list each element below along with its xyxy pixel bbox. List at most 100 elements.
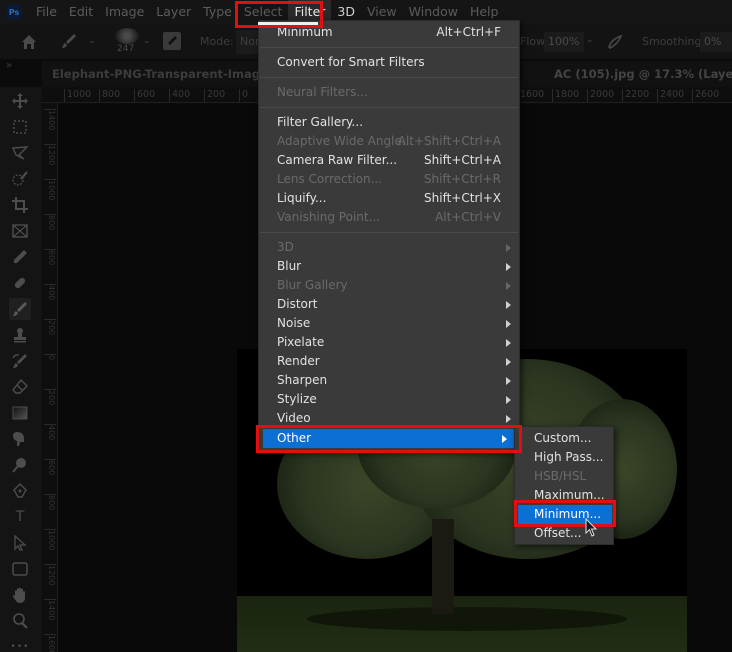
document-tab-active[interactable]: AC (105).jpg @ 17.3% (Layer 0, Lay	[554, 61, 732, 87]
ruler-label: 600	[44, 459, 56, 475]
menu-active-underline	[258, 22, 318, 25]
menu-item-adaptive-wide-angle[interactable]: Adaptive Wide Angle... Alt+Shift+Ctrl+A	[259, 132, 519, 151]
submenu-arrow-icon	[506, 263, 511, 271]
healing-brush-tool-icon[interactable]	[9, 272, 31, 294]
submenu-arrow-icon	[506, 320, 511, 328]
menu-layer[interactable]: Layer	[150, 0, 197, 24]
rectangle-tool-icon[interactable]	[9, 558, 31, 580]
brush-settings-panel-icon[interactable]	[163, 32, 181, 50]
vertical-ruler: 1400 1200 1000 800 600 400 200 0 200 400…	[42, 103, 58, 652]
mode-select[interactable]: Normal	[236, 30, 260, 54]
ruler-label: 800	[99, 89, 120, 102]
ruler-label: 2000	[587, 89, 614, 102]
menu-item-convert-for-smart-filters[interactable]: Convert for Smart Filters	[259, 53, 519, 72]
submenu-item-high-pass[interactable]: High Pass...	[515, 448, 613, 467]
ruler-label: 0	[239, 89, 248, 102]
airbrush-icon[interactable]	[606, 33, 624, 51]
submenu-arrow-icon	[506, 339, 511, 347]
menu-item-sharpen[interactable]: Sharpen	[259, 371, 519, 390]
menu-file[interactable]: File	[30, 0, 63, 24]
ruler-label: 2200	[622, 89, 649, 102]
dodge-tool-icon[interactable]	[9, 454, 31, 476]
ruler-label: 1000	[64, 89, 91, 102]
menu-item-stylize[interactable]: Stylize	[259, 390, 519, 409]
submenu-arrow-icon	[506, 415, 511, 423]
menu-item-3d[interactable]: 3D	[259, 238, 519, 257]
lasso-tool-icon[interactable]	[9, 142, 31, 164]
quick-selection-tool-icon[interactable]	[9, 168, 31, 190]
path-selection-tool-icon[interactable]	[9, 532, 31, 554]
brush-size-value: 247	[117, 44, 135, 54]
menu-item-filter-gallery[interactable]: Filter Gallery...	[259, 113, 519, 132]
menu-type[interactable]: Type	[197, 0, 238, 24]
pen-tool-icon[interactable]	[9, 480, 31, 502]
menu-item-distort[interactable]: Distort	[259, 295, 519, 314]
menu-item-vanishing-point[interactable]: Vanishing Point... Alt+Ctrl+V	[259, 208, 519, 227]
brush-preset-icon[interactable]	[60, 32, 78, 50]
marquee-tool-icon[interactable]	[9, 116, 31, 138]
ruler-label: 200	[204, 89, 225, 102]
eraser-tool-icon[interactable]	[9, 376, 31, 398]
collapse-panel-icon[interactable]: »	[6, 60, 12, 71]
zoom-tool-icon[interactable]	[9, 610, 31, 632]
menu-item-render[interactable]: Render	[259, 352, 519, 371]
chevron-down-icon[interactable]: ⌄	[88, 36, 96, 46]
menu-item-blur[interactable]: Blur	[259, 257, 519, 276]
ruler-label: 600	[134, 89, 155, 102]
ruler-label: 1400	[44, 599, 56, 620]
ruler-label: 800	[44, 214, 56, 230]
submenu-item-maximum[interactable]: Maximum...	[515, 486, 613, 505]
ruler-label: 1000	[44, 529, 56, 550]
home-icon[interactable]	[20, 33, 38, 51]
submenu-arrow-icon	[506, 301, 511, 309]
smudge-tool-icon[interactable]	[9, 428, 31, 450]
submenu-item-hsb-hsl[interactable]: HSB/HSL	[515, 467, 613, 486]
menu-item-other[interactable]: Other	[263, 429, 515, 448]
flow-input[interactable]: 100%	[544, 32, 584, 52]
submenu-arrow-icon	[506, 377, 511, 385]
menu-image[interactable]: Image	[99, 0, 150, 24]
menu-item-lens-correction[interactable]: Lens Correction... Shift+Ctrl+R	[259, 170, 519, 189]
mode-label: Mode:	[200, 35, 234, 48]
more-tools-icon[interactable]: •••	[9, 636, 31, 652]
chevron-down-icon[interactable]: ⌄	[143, 36, 151, 46]
mouse-cursor-icon	[585, 518, 598, 537]
menu-item-blur-gallery[interactable]: Blur Gallery	[259, 276, 519, 295]
type-tool-icon[interactable]: T	[9, 506, 31, 528]
submenu-arrow-icon	[506, 244, 511, 252]
history-brush-tool-icon[interactable]	[9, 350, 31, 372]
menu-item-neural-filters[interactable]: Neural Filters...	[259, 83, 519, 102]
ruler-label: 1800	[552, 89, 579, 102]
menu-item-camera-raw-filter[interactable]: Camera Raw Filter... Shift+Ctrl+A	[259, 151, 519, 170]
submenu-item-custom[interactable]: Custom...	[515, 429, 613, 448]
photoshop-logo: Ps	[6, 4, 22, 20]
chevron-down-icon[interactable]: ⌄	[586, 35, 594, 45]
menu-item-pixelate[interactable]: Pixelate	[259, 333, 519, 352]
ruler-label: 600	[44, 249, 56, 265]
menu-item-noise[interactable]: Noise	[259, 314, 519, 333]
ruler-label: 1400	[44, 109, 56, 130]
menu-edit[interactable]: Edit	[63, 0, 99, 24]
submenu-arrow-icon	[506, 282, 511, 290]
menu-item-liquify[interactable]: Liquify... Shift+Ctrl+X	[259, 189, 519, 208]
menu-item-last-filter[interactable]: Minimum Alt+Ctrl+F	[259, 23, 519, 42]
smoothing-label: Smoothing:	[642, 35, 706, 48]
ruler-label: 200	[44, 319, 56, 335]
crop-tool-icon[interactable]	[9, 194, 31, 216]
hand-tool-icon[interactable]	[9, 584, 31, 606]
tree-shadow	[307, 607, 627, 631]
eyedropper-tool-icon[interactable]	[9, 246, 31, 268]
move-tool-icon[interactable]	[9, 90, 31, 112]
submenu-arrow-icon	[502, 435, 507, 443]
menu-separator	[260, 47, 518, 48]
submenu-arrow-icon	[506, 396, 511, 404]
clone-stamp-tool-icon[interactable]	[9, 324, 31, 346]
smoothing-input[interactable]: 0%	[700, 32, 732, 52]
tree-trunk	[432, 519, 454, 614]
gradient-tool-icon[interactable]	[9, 402, 31, 424]
menu-item-video[interactable]: Video	[259, 409, 519, 428]
frame-tool-icon[interactable]	[9, 220, 31, 242]
ruler-label: 2600	[692, 89, 719, 102]
brush-tool-icon[interactable]	[9, 298, 31, 320]
brush-tip-preview[interactable]	[115, 28, 139, 44]
